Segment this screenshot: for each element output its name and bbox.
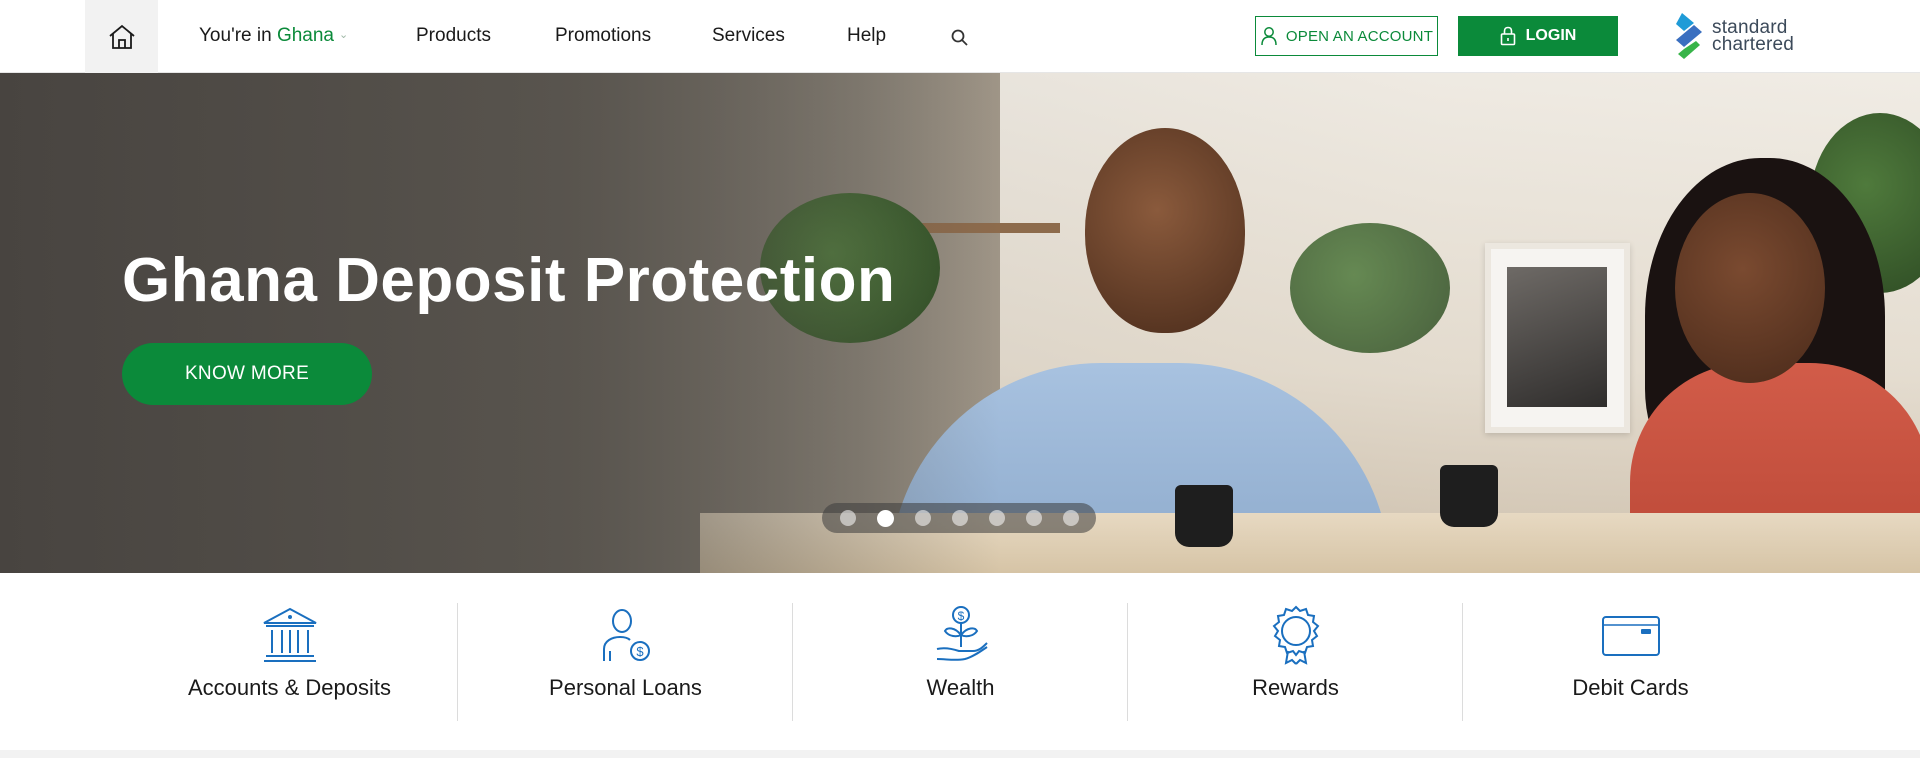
hero-title: Ghana Deposit Protection	[122, 246, 896, 315]
carousel-dot[interactable]	[839, 510, 856, 526]
carousel-dot[interactable]	[1062, 510, 1079, 526]
category-label: Debit Cards	[1572, 675, 1689, 700]
country-prefix: You're in	[199, 25, 272, 46]
logo-line-2: chartered	[1712, 34, 1795, 55]
category-wealth[interactable]: $ Wealth	[793, 603, 1128, 721]
category-rewards[interactable]: Rewards	[1128, 603, 1463, 721]
home-icon	[108, 24, 135, 49]
plant-coin-icon: $	[936, 606, 988, 661]
carousel-dot[interactable]	[951, 510, 968, 526]
open-account-label: OPEN AN ACCOUNT	[1285, 27, 1434, 45]
search-icon[interactable]	[950, 28, 970, 48]
standard-chartered-logo[interactable]: standard chartered	[1672, 10, 1812, 62]
user-icon	[1261, 27, 1277, 46]
lock-icon	[1500, 26, 1515, 46]
category-label: Rewards	[1252, 675, 1339, 700]
category-accounts-deposits[interactable]: Accounts & Deposits	[122, 603, 457, 721]
hero-banner[interactable]: Ghana Deposit Protection KNOW MORE	[0, 73, 1920, 573]
category-personal-loans[interactable]: $ Personal Loans	[458, 603, 793, 721]
bank-icon	[263, 607, 316, 662]
chevron-down-icon: ⌄	[338, 29, 349, 41]
category-label: Wealth	[926, 675, 995, 700]
category-label: Accounts & Deposits	[188, 675, 391, 700]
product-categories: Accounts & Deposits $ Personal Loans $ W…	[0, 573, 1920, 750]
debit-card-icon	[1601, 616, 1660, 656]
hero-photo-man-head	[1085, 128, 1245, 333]
nav-services[interactable]: Services	[712, 25, 785, 47]
hero-overlay	[0, 73, 1000, 573]
country-selector[interactable]: You're in Ghana ⌄	[199, 25, 348, 47]
svg-text:$: $	[957, 609, 964, 623]
login-button[interactable]: LOGIN	[1458, 16, 1618, 56]
carousel-dot[interactable]	[1025, 510, 1042, 526]
hero-photo-frame	[1485, 243, 1630, 433]
person-dollar-icon: $	[602, 609, 650, 661]
hero-photo-mug	[1175, 485, 1233, 547]
home-button[interactable]	[85, 0, 158, 73]
know-more-button[interactable]: KNOW MORE	[122, 343, 372, 405]
site-header: You're in Ghana ⌄ Products Promotions Ser…	[0, 0, 1920, 73]
hero-photo-plant	[1290, 223, 1450, 353]
login-label: LOGIN	[1525, 27, 1577, 44]
carousel-pagination	[822, 503, 1096, 533]
nav-promotions[interactable]: Promotions	[555, 25, 651, 47]
category-label: Personal Loans	[549, 675, 702, 700]
carousel-dot-active[interactable]	[876, 509, 894, 527]
nav-help[interactable]: Help	[847, 25, 886, 47]
hero-photo-mug	[1440, 465, 1498, 527]
category-debit-cards[interactable]: Debit Cards	[1463, 603, 1798, 721]
logo-mark-icon	[1676, 13, 1702, 59]
carousel-dot[interactable]	[988, 510, 1005, 526]
open-account-button[interactable]: OPEN AN ACCOUNT	[1255, 16, 1438, 56]
award-badge-icon	[1272, 605, 1319, 665]
nav-products[interactable]: Products	[416, 25, 491, 47]
svg-text:$: $	[636, 644, 644, 659]
carousel-dot[interactable]	[914, 510, 931, 526]
hero-photo-woman-face	[1675, 193, 1825, 383]
logo-wordmark: standard chartered	[1712, 18, 1795, 55]
country-name: Ghana	[276, 25, 334, 46]
